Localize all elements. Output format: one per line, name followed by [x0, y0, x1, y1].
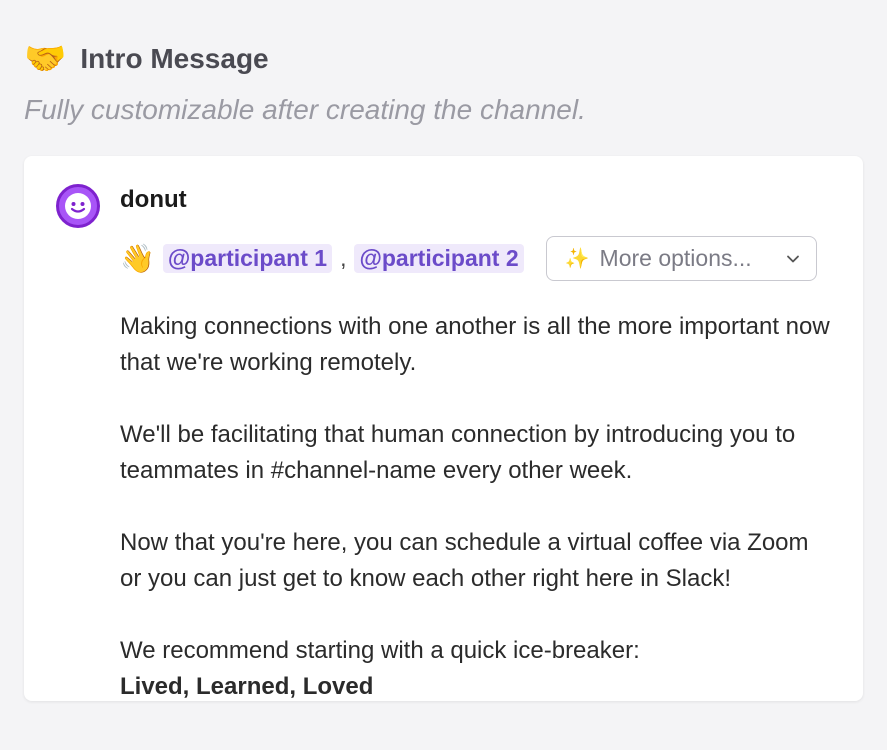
chevron-down-icon: [786, 252, 800, 266]
message-paragraph: We'll be facilitating that human connect…: [120, 417, 831, 489]
mention-separator: ,: [340, 245, 346, 272]
message-paragraph: Making connections with one another is a…: [120, 309, 831, 381]
bot-name: donut: [120, 186, 831, 214]
participant-mention[interactable]: @participant 2: [354, 244, 523, 273]
icebreaker-intro: We recommend starting with a quick ice-b…: [120, 633, 831, 669]
donut-face-icon: [64, 192, 92, 220]
sparkle-icon: ✨: [565, 246, 590, 271]
message-preview-card: donut 👋 @participant 1 , @participant 2 …: [24, 156, 863, 701]
more-options-dropdown[interactable]: ✨ More options...: [546, 236, 817, 281]
section-subtitle: Fully customizable after creating the ch…: [24, 94, 863, 126]
section-header: 🤝 Intro Message: [24, 42, 863, 76]
participant-mention[interactable]: @participant 1: [163, 244, 332, 273]
message-paragraph: Now that you're here, you can schedule a…: [120, 525, 831, 597]
bot-avatar: [56, 184, 100, 228]
handshake-icon: 🤝: [24, 42, 66, 76]
dropdown-label: More options...: [600, 245, 752, 272]
message-body: donut 👋 @participant 1 , @participant 2 …: [120, 184, 831, 701]
wave-icon: 👋: [120, 242, 155, 275]
mention-row: 👋 @participant 1 , @participant 2 ✨ More…: [120, 236, 831, 281]
icebreaker-title: Lived, Learned, Loved: [120, 669, 831, 701]
section-title: Intro Message: [80, 43, 268, 75]
